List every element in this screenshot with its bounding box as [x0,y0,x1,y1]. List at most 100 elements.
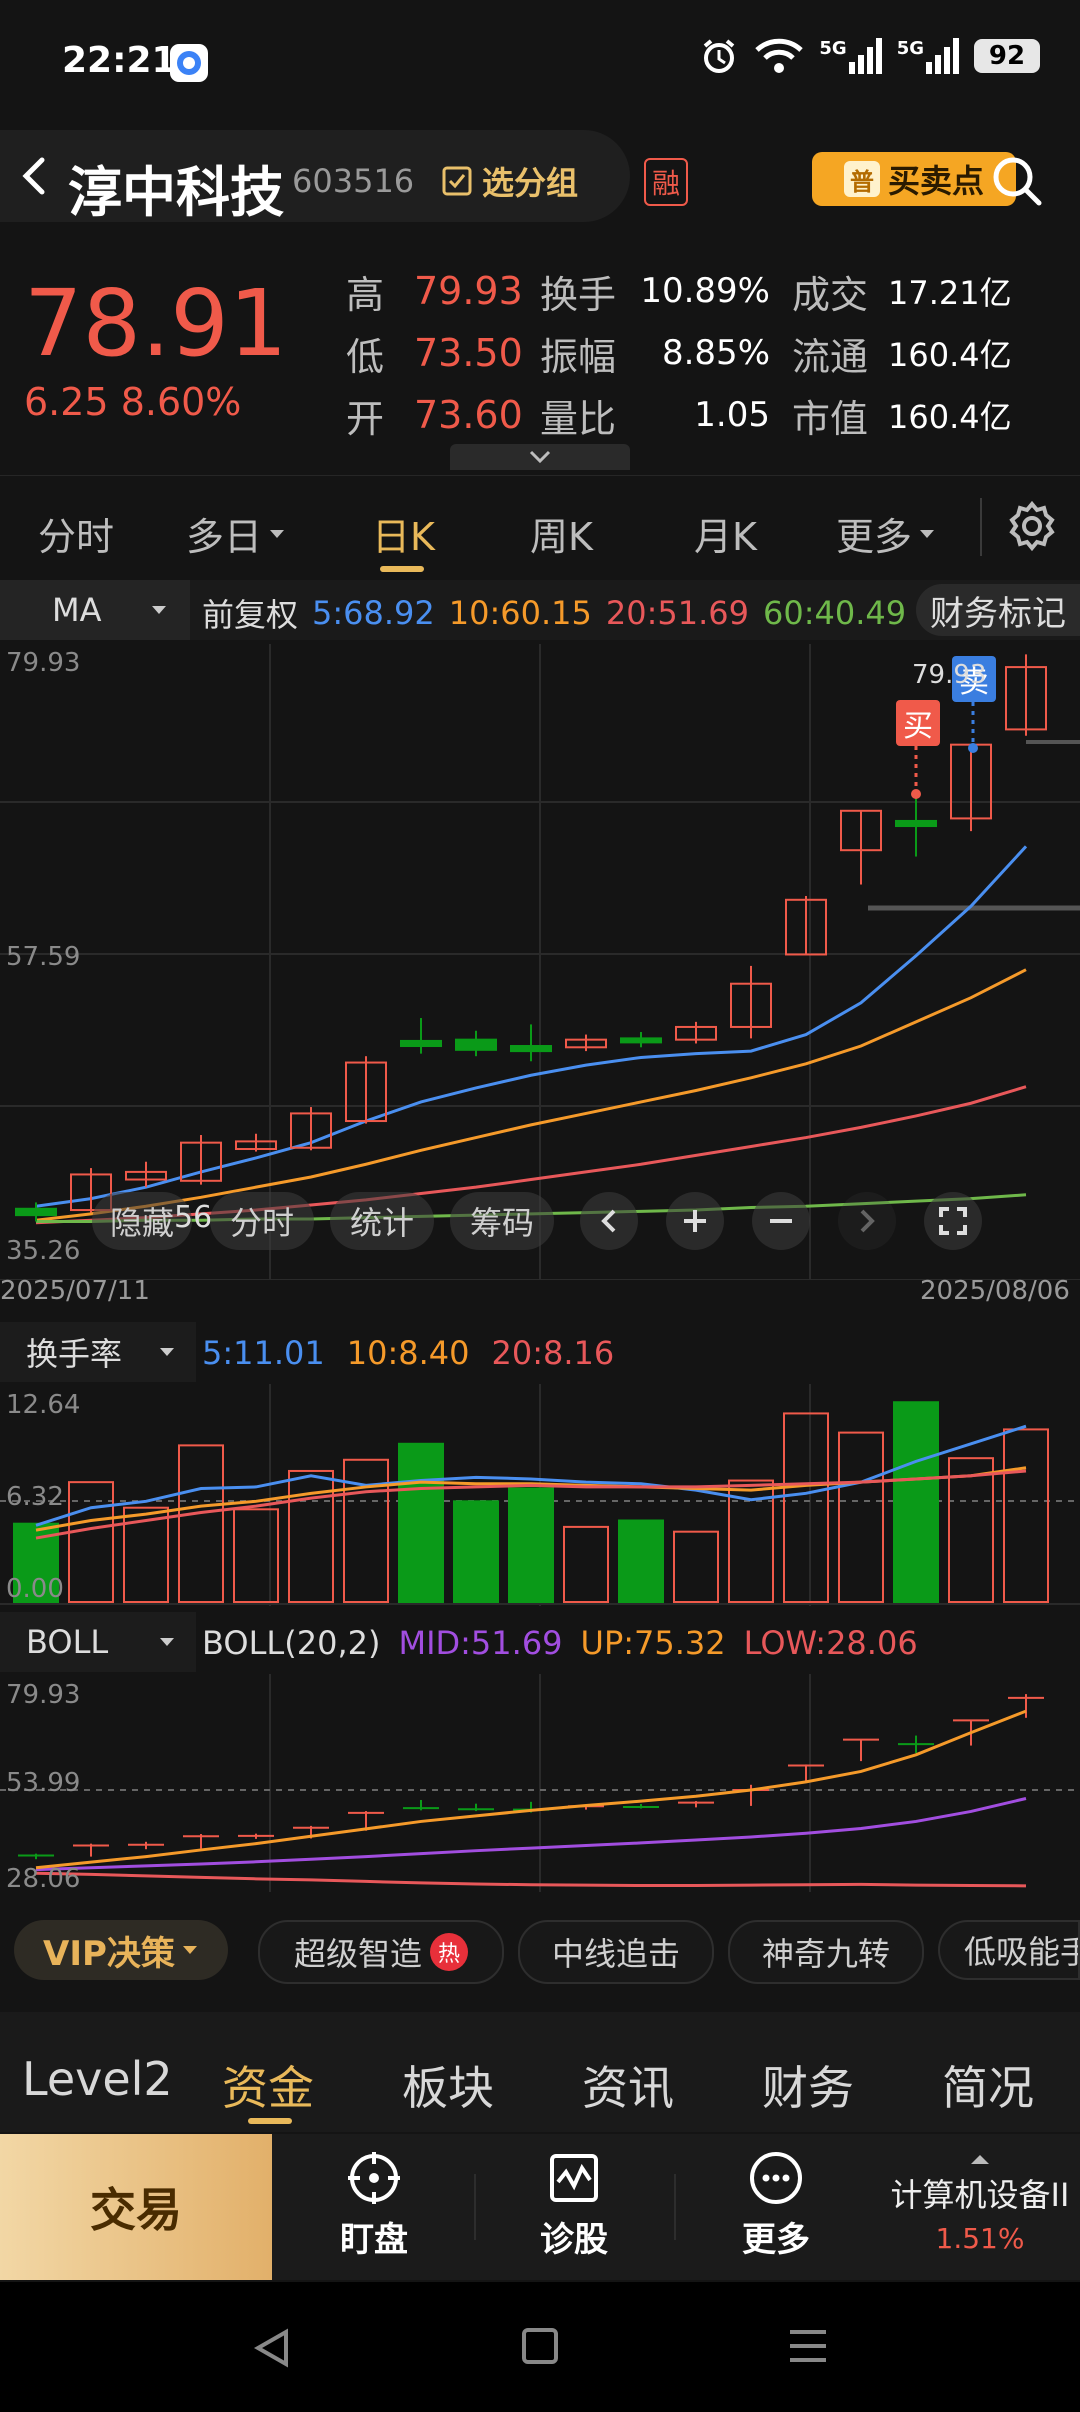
turnover-bar [783,1412,829,1603]
tab-finance[interactable]: 财务 [762,2052,854,2118]
tab-daily-k[interactable]: 日K [372,506,435,561]
scroll-left-button[interactable] [580,1192,638,1250]
tab-overview[interactable]: 简况 [942,2052,1034,2118]
signal-icon-1: 5G [819,38,882,74]
tab-level2[interactable]: Level2 [22,2052,173,2106]
caret-down-icon [182,1946,197,1954]
turnover-ma5: 5:11.01 [202,1334,325,1372]
boll-low: LOW:28.06 [743,1624,918,1662]
turnover-bar [618,1519,664,1604]
boll-selector[interactable]: BOLL [0,1612,196,1672]
tab-weekly-k[interactable]: 周K [530,506,593,561]
chevron-down-icon [529,450,551,464]
select-group-button[interactable]: 选分组 [442,158,578,204]
intraday-overlay-button[interactable]: 分时 [210,1192,314,1250]
buy-sell-point-button[interactable]: 普 买卖点 [812,152,1016,206]
zoom-in-button[interactable] [666,1192,724,1250]
y-label-top: 79.93 [6,648,81,678]
active-tab-indicator [380,566,424,572]
turnover-selector[interactable]: 换手率 [0,1322,196,1382]
action-separator [474,2174,476,2240]
period-number: 56 [174,1200,213,1235]
quote-value: 160.4亿 [888,336,1012,374]
chevron-right-icon [860,1209,875,1233]
more-label: 更多 [742,2220,810,2260]
diagnose-button[interactable]: 诊股 [504,2150,644,2270]
ma10-value: 10:60.15 [448,594,592,632]
quote-key: 流通 [792,334,869,379]
turnover-ma10: 10:8.40 [346,1334,470,1372]
collapse-toggle[interactable] [450,444,630,470]
active-tab-indicator [248,2118,292,2124]
tab-sector[interactable]: 板块 [402,2052,494,2118]
watch-button[interactable]: 盯盘 [304,2150,444,2270]
tab-news[interactable]: 资讯 [582,2052,674,2118]
ma-indicator-bar: MA 前复权 5:68.92 10:60.15 20:51.69 60:40.4… [0,580,1080,640]
tab-intraday[interactable]: 分时 [38,506,114,561]
strategy-chip[interactable]: 中线追击 [518,1920,714,1984]
nav-back-icon[interactable] [250,2326,294,2370]
turnover-chart[interactable]: 12.64 6.32 0.00 [0,1384,1080,1606]
boll-y-mid: 53.99 [6,1768,81,1798]
nav-home-icon[interactable] [520,2326,560,2366]
select-group-label: 选分组 [482,164,579,202]
trade-button[interactable]: 交易 [0,2134,272,2280]
fullscreen-button[interactable] [924,1192,982,1250]
finance-mark-button[interactable]: 财务标记 [916,584,1080,636]
tab-multi-day[interactable]: 多日 [186,506,286,561]
chips-label: 筹码 [469,1204,534,1242]
sector-name: 计算机设备II [890,2176,1070,2214]
kline-chart[interactable]: 79.93 57.59 35.26 2025/07/11 2025/08/06 … [0,644,1080,1306]
candle-body [895,819,937,828]
nav-menu-icon[interactable] [786,2326,830,2366]
strategy-chip[interactable]: 神奇九转 [728,1920,924,1984]
quote-key: 低 [346,334,385,379]
chip-label: 超级智造 [293,1935,422,1973]
quote-value: 10.89% [640,271,770,311]
stats-button[interactable]: 统计 [330,1192,434,1250]
tab-monthly-k[interactable]: 月K [694,506,757,561]
turnover-ma20: 20:8.16 [491,1334,615,1372]
quote-key: 振幅 [540,334,617,379]
system-nav-bar [0,2282,1080,2412]
chips-button[interactable]: 筹码 [450,1192,554,1250]
signal-icon-2: 5G [897,38,960,74]
hide-label: 隐藏 [109,1204,174,1242]
buy-signal-tag[interactable]: 买 [896,700,940,746]
back-icon[interactable] [14,154,54,198]
action-bar: 交易 盯盘 诊股 更多 计算机设备II 1.51% [0,2134,1080,2280]
zoom-out-button[interactable] [752,1192,810,1250]
strategy-chip[interactable]: 低吸能手 [938,1920,1080,1980]
more-button[interactable]: 更多 [706,2150,846,2270]
turnover-bar [508,1487,554,1603]
adjust-type[interactable]: 前复权 [202,590,298,636]
search-icon[interactable] [990,154,1044,208]
last-price: 78.91 [24,270,288,377]
candle-body [455,1038,497,1051]
quote-panel: 78.91 6.25 8.60% 高 79.93 换手 10.89% 成交 17… [0,240,1080,470]
tab-funds[interactable]: 资金 [222,2052,314,2118]
quote-value: 73.50 [414,331,523,375]
date-end: 2025/08/06 [920,1276,1070,1306]
sector-info[interactable]: 计算机设备II 1.51% [880,2152,1080,2255]
boll-low-line [35,1871,1027,1888]
quote-row: 开 73.60 量比 1.05 市值 160.4亿 [346,384,1058,446]
period-tabs: 分时 多日 日K 周K 月K 更多 [0,475,1080,576]
strategy-chip[interactable]: 超级智造 热 [258,1920,504,1984]
caret-down-icon [160,1348,174,1356]
price-change: 6.25 8.60% [24,380,242,424]
tab-more[interactable]: 更多 [836,506,936,561]
checkbox-icon [442,166,472,196]
scroll-right-button[interactable] [838,1192,896,1250]
ma-selector[interactable]: MA [0,580,190,640]
turnover-y-bottom: 0.00 [6,1574,64,1604]
gear-icon[interactable] [1004,498,1060,554]
turnover-bar [343,1458,389,1604]
quote-key: 量比 [540,396,617,441]
boll-chart[interactable]: 79.93 53.99 28.06 [0,1674,1080,1894]
quote-grid: 高 79.93 换手 10.89% 成交 17.21亿 低 73.50 振幅 8… [346,260,1058,446]
vip-decision-button[interactable]: VIP决策 [14,1920,228,1980]
candle-body [620,1037,662,1044]
candle-body [510,1045,552,1053]
quote-value: 79.93 [414,269,523,313]
